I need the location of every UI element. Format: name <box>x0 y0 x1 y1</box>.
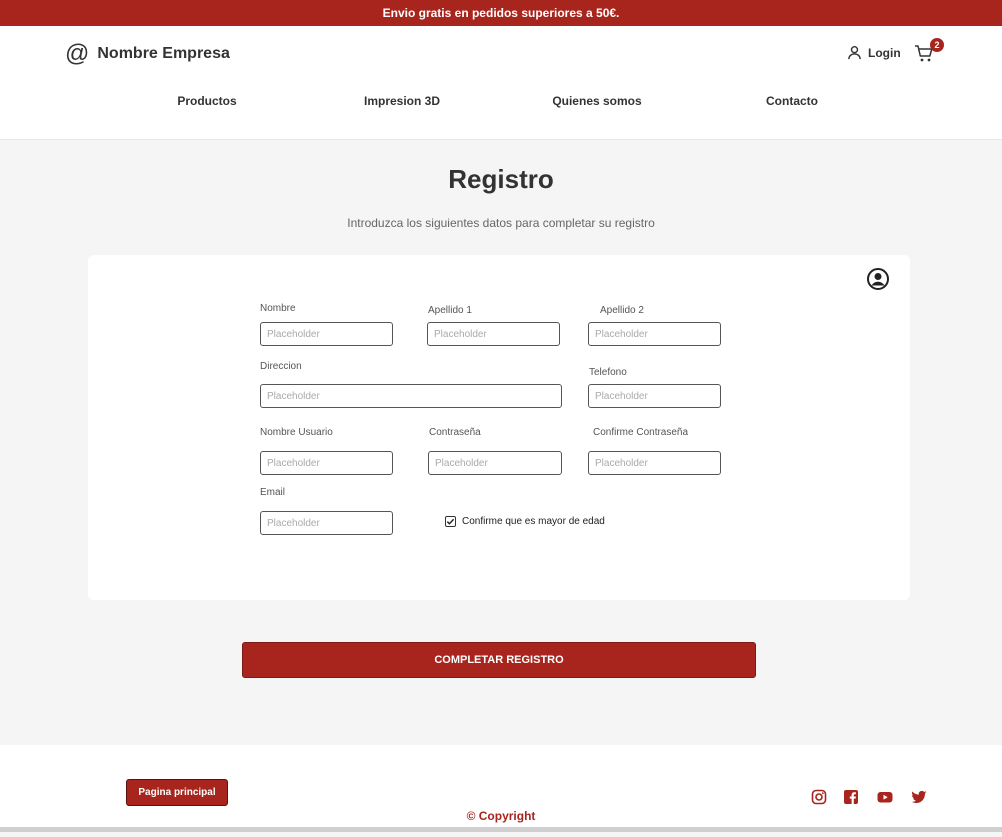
direccion-input[interactable] <box>260 384 562 408</box>
twitter-icon[interactable] <box>911 789 927 805</box>
email-input[interactable] <box>260 511 393 535</box>
apellido1-label: Apellido 1 <box>428 305 472 316</box>
at-icon: @ <box>65 40 90 67</box>
instagram-icon[interactable] <box>811 789 827 805</box>
apellido1-input[interactable] <box>427 322 560 346</box>
age-confirm-checkbox[interactable]: Confirme que es mayor de edad <box>445 516 605 527</box>
nav-item-quienes-somos[interactable]: Quienes somos <box>552 94 641 108</box>
copyright: © Copyright <box>0 809 1002 823</box>
site-header: @ Nombre Empresa Login 2 Productos Impre… <box>0 26 1002 140</box>
confirme-contrasena-input[interactable] <box>588 451 721 475</box>
main-nav: Productos Impresion 3D Quienes somos Con… <box>0 94 1002 110</box>
direccion-label: Direccion <box>260 361 302 372</box>
contrasena-label: Contraseña <box>429 427 481 438</box>
youtube-icon[interactable] <box>877 789 893 805</box>
apellido2-input[interactable] <box>588 322 721 346</box>
usuario-input[interactable] <box>260 451 393 475</box>
checkbox-box[interactable] <box>445 516 456 527</box>
email-label: Email <box>260 487 286 498</box>
registration-form: Nombre Apellido 1 Apellido 2 Direccion T… <box>88 255 910 600</box>
nombre-label: Nombre <box>260 303 296 314</box>
login-link[interactable]: Login <box>847 45 901 60</box>
page-subtitle: Introduzca los siguientes datos para com… <box>347 216 655 230</box>
promo-banner: Envio gratis en pedidos superiores a 50€… <box>0 0 1002 26</box>
cart-count-badge: 2 <box>930 38 944 52</box>
usuario-label: Nombre Usuario <box>260 427 333 438</box>
brand-logo[interactable]: @ Nombre Empresa <box>65 42 230 66</box>
nav-item-contacto[interactable]: Contacto <box>766 94 818 108</box>
page-title: Registro <box>448 164 554 194</box>
facebook-icon[interactable] <box>843 789 859 805</box>
nav-item-impresion-3d[interactable]: Impresion 3D <box>364 94 440 108</box>
user-icon <box>848 45 861 60</box>
copyright-text: Copyright <box>478 809 536 823</box>
login-label: Login <box>868 45 901 60</box>
account-circle-icon <box>867 268 889 290</box>
telefono-label: Telefono <box>589 367 627 378</box>
complete-registration-button[interactable]: COMPLETAR REGISTRO <box>242 642 756 678</box>
contrasena-input[interactable] <box>428 451 562 475</box>
apellido2-label: Apellido 2 <box>600 305 644 316</box>
copyright-icon: © <box>466 809 476 823</box>
site-footer: Pagina principal © Copyright <box>0 745 1002 832</box>
confirme-contrasena-label: Confirme Contraseña <box>593 427 689 438</box>
age-confirm-label: Confirme que es mayor de edad <box>462 516 605 527</box>
nav-item-productos[interactable]: Productos <box>177 94 236 108</box>
brand-name: Nombre Empresa <box>97 45 230 62</box>
promo-text: Envio gratis en pedidos superiores a 50€… <box>382 6 620 20</box>
cart-button[interactable]: 2 <box>914 38 944 66</box>
nombre-input[interactable] <box>260 322 393 346</box>
telefono-input[interactable] <box>588 384 721 408</box>
home-button[interactable]: Pagina principal <box>126 779 228 806</box>
check-icon <box>446 518 455 525</box>
